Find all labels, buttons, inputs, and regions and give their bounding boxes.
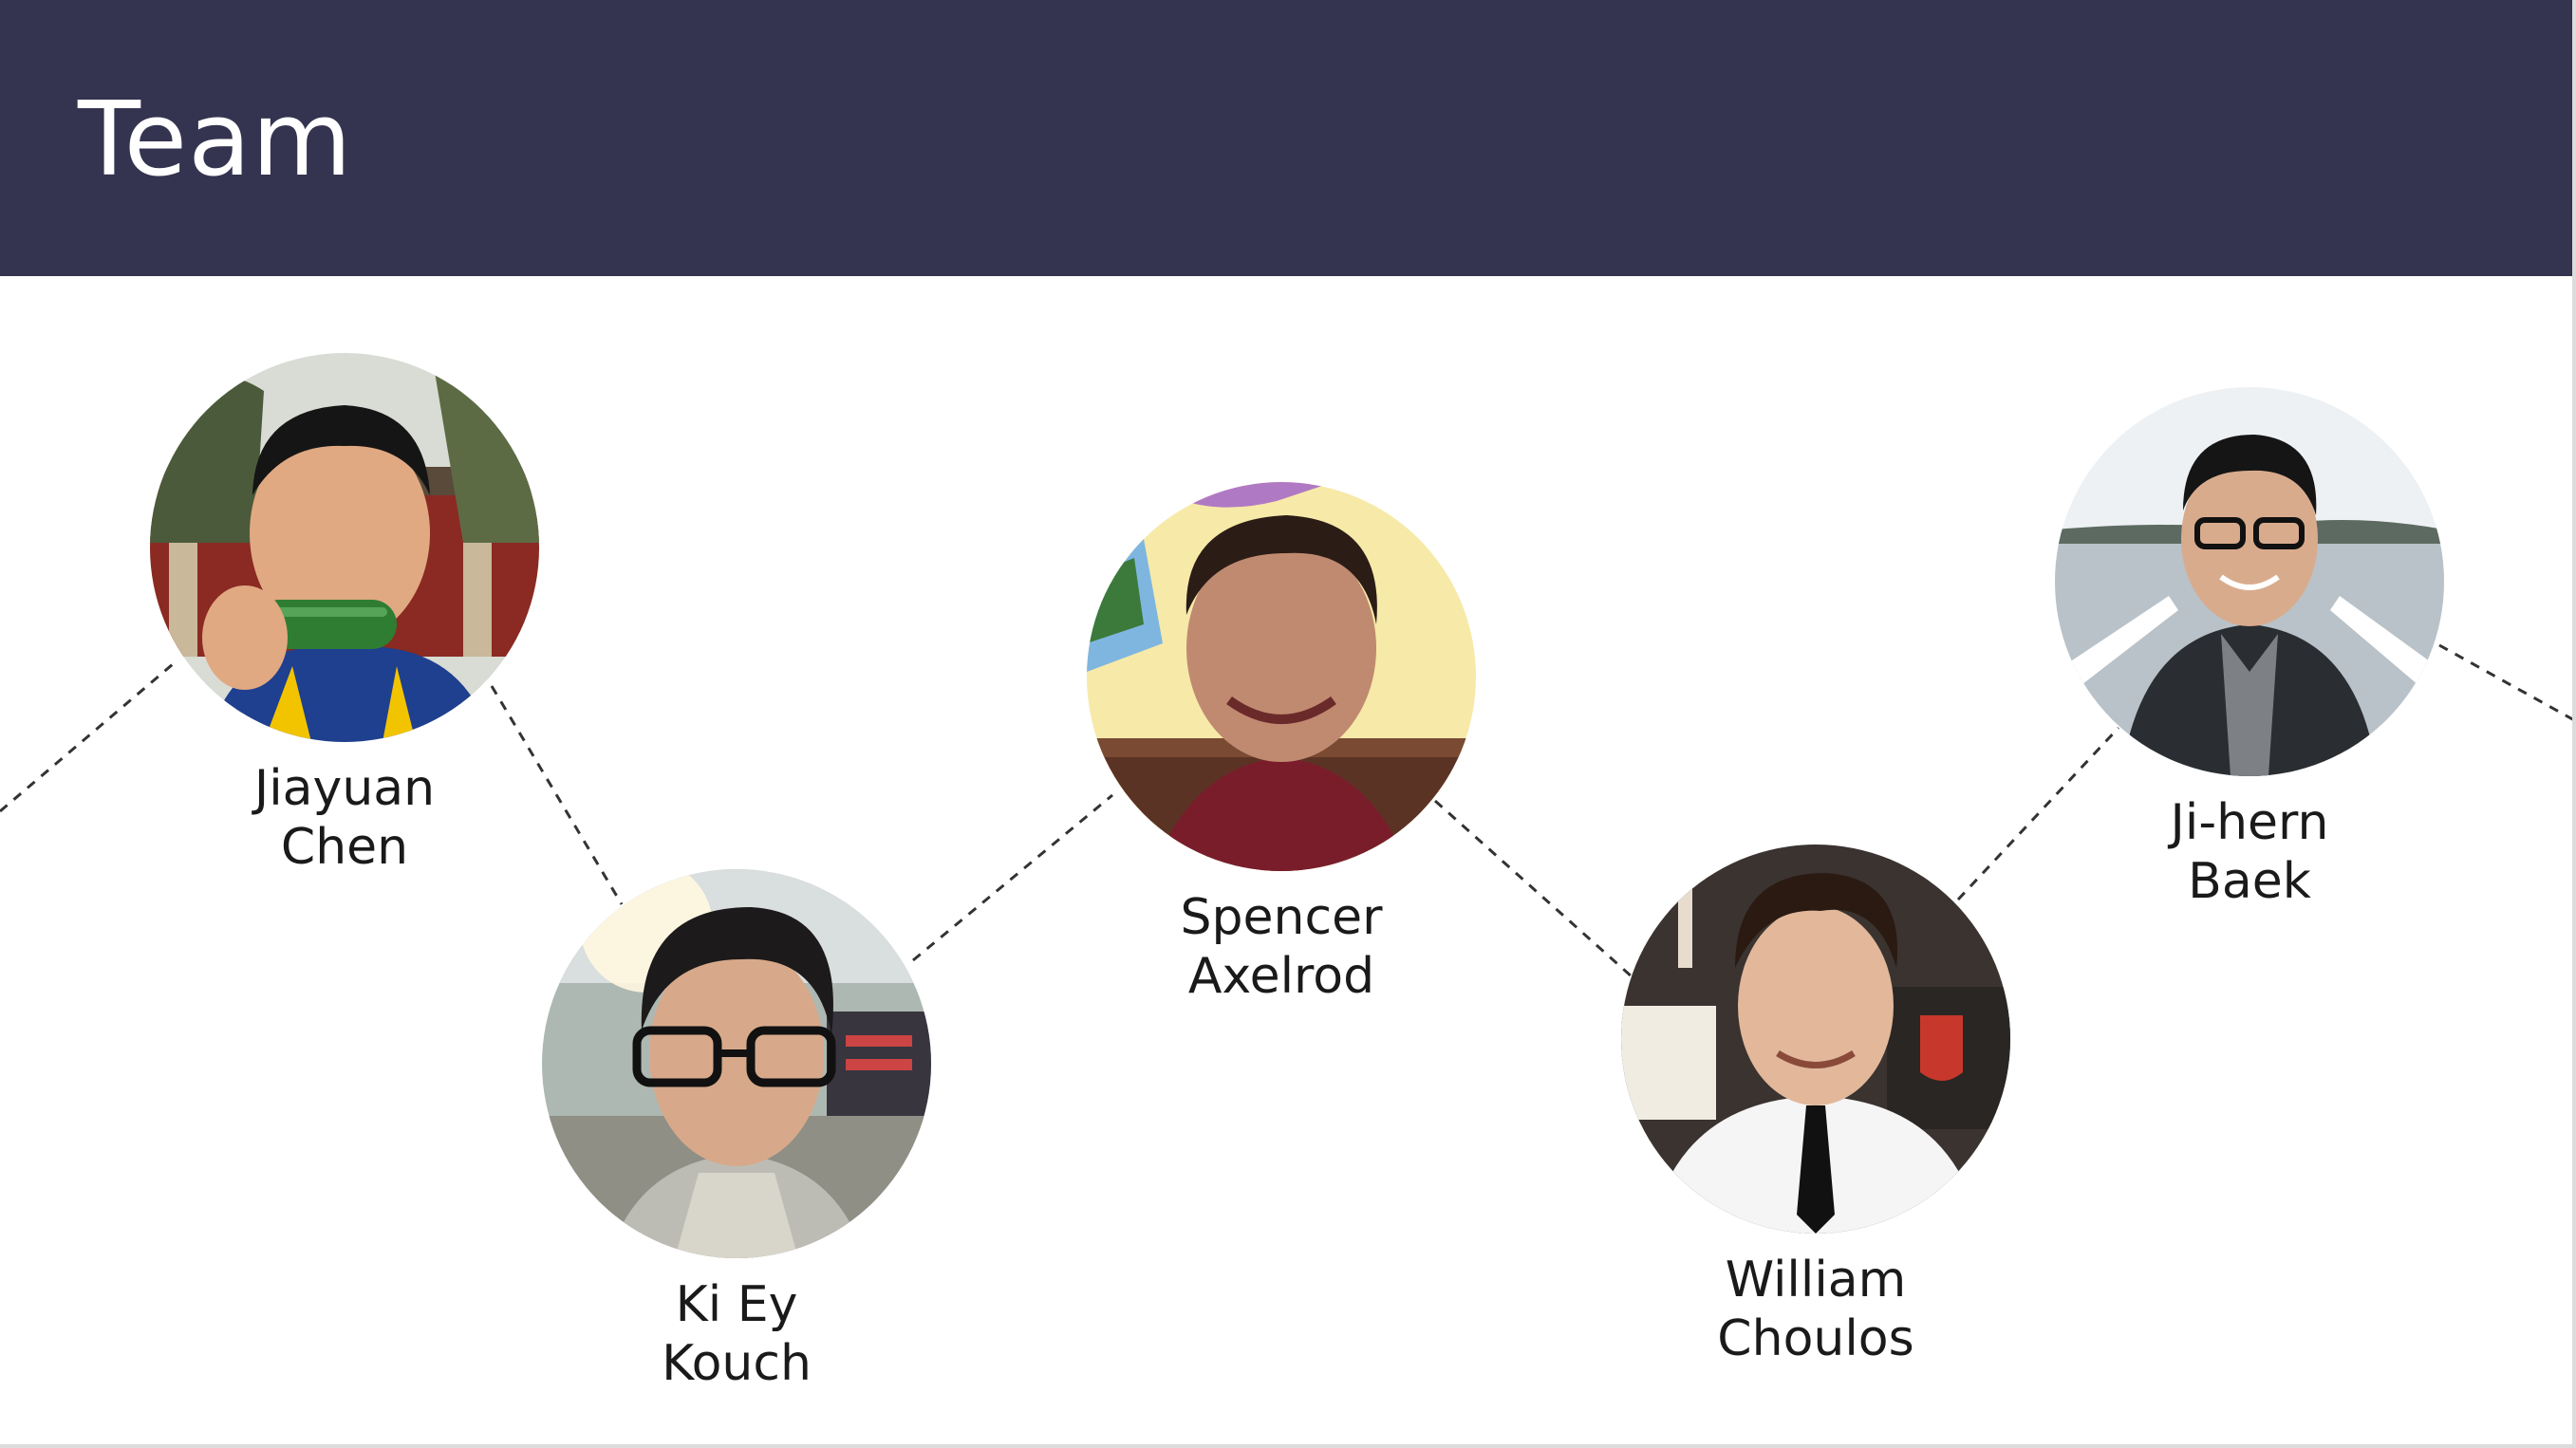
- slide-bottom-border: [0, 1444, 2576, 1448]
- member-last-name: Axelrod: [1187, 948, 1375, 1005]
- connector-line: [0, 662, 174, 813]
- member-last-name: Kouch: [662, 1335, 812, 1392]
- member-first-name: Ki Ey: [675, 1276, 798, 1333]
- portrait-photo: [1621, 845, 2010, 1234]
- slide-right-border: [2572, 0, 2576, 1448]
- member-photo: [542, 869, 931, 1258]
- member-first-name: William: [1725, 1252, 1907, 1309]
- team-member-ki-ey-kouch: Ki Ey Kouch: [542, 869, 931, 1393]
- member-last-name: Choulos: [1717, 1310, 1914, 1367]
- connector-line: [912, 793, 1113, 962]
- portrait-photo: [2055, 387, 2444, 776]
- member-name: Spencer Axelrod: [1087, 888, 1476, 1006]
- member-photo: [1087, 482, 1476, 871]
- member-name: Ji-hern Baek: [2055, 793, 2444, 911]
- member-last-name: Chen: [280, 819, 409, 876]
- team-member-ji-hern-baek: Ji-hern Baek: [2055, 387, 2444, 911]
- portrait-photo: [150, 353, 539, 742]
- member-first-name: Jiayuan: [253, 760, 436, 817]
- member-last-name: Baek: [2188, 853, 2311, 910]
- member-first-name: Ji-hern: [2170, 794, 2329, 851]
- member-name: Jiayuan Chen: [150, 759, 539, 877]
- team-member-william-choulos: William Choulos: [1621, 845, 2010, 1368]
- member-photo: [1621, 845, 2010, 1234]
- member-name: Ki Ey Kouch: [542, 1275, 931, 1393]
- team-member-jiayuan-chen: Jiayuan Chen: [150, 353, 539, 877]
- member-photo: [2055, 387, 2444, 776]
- portrait-photo: [542, 869, 931, 1258]
- portrait-photo: [1087, 482, 1476, 871]
- member-photo: [150, 353, 539, 742]
- team-member-spencer-axelrod: Spencer Axelrod: [1087, 482, 1476, 1006]
- member-name: William Choulos: [1621, 1251, 2010, 1368]
- connector-line: [2438, 643, 2576, 723]
- member-first-name: Spencer: [1180, 889, 1383, 946]
